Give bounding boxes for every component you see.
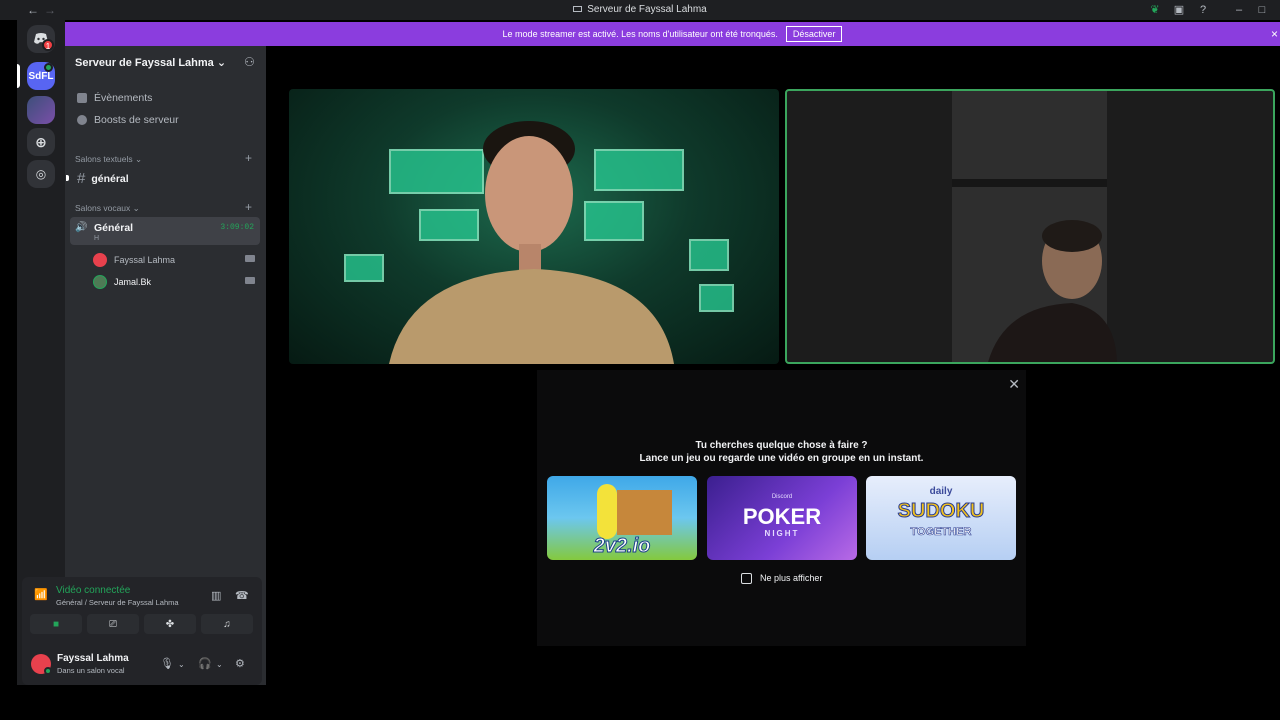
dont-show-again-label[interactable]: Ne plus afficher bbox=[760, 573, 822, 583]
server-icon bbox=[573, 6, 583, 13]
activity-prompt-line2: Lance un jeu ou regarde une vidéo en gro… bbox=[639, 453, 924, 464]
game-bottom-label: TOGETHER bbox=[910, 526, 972, 539]
unread-pill bbox=[66, 175, 69, 181]
maximize-button[interactable]: □ bbox=[1255, 3, 1269, 17]
online-status-icon bbox=[44, 667, 52, 675]
game-title: POKER bbox=[742, 504, 822, 529]
minimize-button[interactable]: – bbox=[1232, 3, 1246, 17]
activity-suggestion-popup: ✕ Tu cherches quelque chose à faire ? La… bbox=[537, 370, 1026, 646]
selected-server-pill bbox=[17, 64, 20, 88]
participant-video bbox=[389, 121, 674, 364]
add-server-icon[interactable]: ⊕ bbox=[27, 128, 55, 156]
boost-icon bbox=[77, 115, 87, 125]
calendar-icon bbox=[77, 93, 87, 103]
background-screen bbox=[699, 284, 734, 312]
screen-share-button[interactable]: ⎚ bbox=[87, 614, 139, 634]
streamer-mode-banner: Le mode streamer est activé. Les noms d'… bbox=[65, 22, 1280, 46]
add-text-channel-icon[interactable]: + bbox=[245, 151, 252, 165]
user-panel: Fayssal Lahma Dans un salon vocal 🎙 ⌄ 🎧 … bbox=[22, 641, 262, 685]
voice-channel-sub: H bbox=[94, 235, 100, 242]
add-voice-channel-icon[interactable]: + bbox=[245, 200, 252, 214]
game-title: SUDOKU bbox=[897, 500, 985, 523]
text-category[interactable]: Salons textuels ⌄ bbox=[75, 154, 142, 165]
chevron-down-icon[interactable]: ⌄ bbox=[216, 660, 223, 669]
banner-message: Le mode streamer est activé. Les noms d'… bbox=[502, 29, 778, 39]
camera-icon bbox=[245, 277, 255, 284]
boosts-link[interactable]: Boosts de serveur bbox=[77, 114, 179, 126]
camera-icon bbox=[245, 255, 255, 262]
compass-icon[interactable]: ◎ bbox=[27, 160, 55, 188]
hash-icon: # bbox=[77, 170, 86, 187]
leaf-icon[interactable]: ❦ bbox=[1148, 3, 1162, 17]
noise-suppression-icon[interactable]: ▥ bbox=[211, 589, 221, 602]
channel-general-text[interactable]: # général bbox=[77, 170, 129, 187]
server-name-header[interactable]: Serveur de Fayssal Lahma ⌄ bbox=[75, 56, 226, 69]
participant-video bbox=[988, 220, 1117, 362]
voice-status[interactable]: Vidéo connectée bbox=[56, 585, 130, 596]
user-name[interactable]: Fayssal Lahma bbox=[57, 653, 129, 664]
microphone-icon[interactable]: 🎙 bbox=[160, 657, 174, 670]
channel-name: général bbox=[91, 172, 129, 185]
disconnect-icon[interactable]: ☎ bbox=[235, 589, 249, 602]
camera-toggle-button[interactable]: ■ bbox=[30, 614, 82, 634]
headphones-icon[interactable]: 🎧 bbox=[198, 657, 212, 670]
settings-gear-icon[interactable]: ⚙ bbox=[235, 657, 245, 670]
voice-indicator bbox=[44, 63, 53, 72]
window-title-text: Serveur de Fayssal Lahma bbox=[587, 4, 707, 15]
inbox-icon[interactable]: ▣ bbox=[1172, 3, 1186, 17]
events-label: Évènements bbox=[94, 92, 153, 104]
voice-location: Général / Serveur de Fayssal Lahma bbox=[56, 598, 179, 607]
title-bar: ← → Serveur de Fayssal Lahma ❦ ▣ ? – □ bbox=[0, 0, 1280, 20]
game-card-poker-night[interactable]: Discord POKER NIGHT bbox=[707, 476, 857, 560]
voice-channel-general[interactable]: 🔊 Général 3:09:02 H bbox=[70, 217, 260, 245]
voice-user-name: Jamal.Bk bbox=[114, 277, 152, 287]
disable-streamer-button[interactable]: Désactiver bbox=[785, 26, 843, 42]
voice-user-name: Fayssal Lahma bbox=[114, 255, 176, 265]
game-subtitle: NIGHT bbox=[764, 529, 800, 538]
soundboard-button[interactable]: ♫ bbox=[201, 614, 253, 634]
voice-user-fayssal[interactable]: Fayssal Lahma bbox=[93, 253, 255, 267]
game-card-sudoku[interactable]: daily SUDOKU TOGETHER bbox=[866, 476, 1016, 560]
game-title: 2v2.io bbox=[593, 535, 651, 558]
chevron-down-icon[interactable]: ⌄ bbox=[178, 660, 185, 669]
activity-prompt-line1: Tu cherches quelque chose à faire ? bbox=[695, 440, 868, 451]
shelf bbox=[952, 179, 1107, 187]
boosts-label: Boosts de serveur bbox=[94, 114, 179, 126]
events-link[interactable]: Évènements bbox=[77, 92, 152, 104]
speaker-icon: 🔊 bbox=[75, 222, 88, 233]
voice-user-jamal[interactable]: Jamal.Bk bbox=[93, 275, 255, 289]
avatar bbox=[93, 253, 107, 267]
banana-character bbox=[597, 484, 617, 539]
brand-label: Discord bbox=[771, 494, 793, 500]
voice-timer: 3:09:02 bbox=[220, 223, 254, 232]
user-status: Dans un salon vocal bbox=[57, 666, 125, 675]
activity-prompt: Tu cherches quelque chose à faire ? Lanc… bbox=[537, 439, 1026, 465]
crate bbox=[617, 490, 672, 535]
video-tile-fayssal[interactable] bbox=[289, 89, 779, 364]
voice-connected-panel: 📶 Vidéo connectée Général / Serveur de F… bbox=[22, 577, 262, 641]
close-icon[interactable]: ✕ bbox=[1008, 376, 1020, 393]
activities-button[interactable]: ✤ bbox=[144, 614, 196, 634]
avatar bbox=[93, 275, 107, 289]
signal-icon: 📶 bbox=[34, 589, 48, 601]
add-member-icon[interactable]: ⚇ bbox=[244, 55, 255, 69]
window-title: Serveur de Fayssal Lahma bbox=[0, 4, 1280, 15]
voice-category[interactable]: Salons vocaux ⌄ bbox=[75, 203, 140, 214]
game-top-label: daily bbox=[929, 486, 953, 497]
server-label: SdFL bbox=[28, 70, 54, 82]
close-icon[interactable]: × bbox=[1271, 27, 1278, 41]
game-card-2v2io[interactable]: 2v2.io bbox=[547, 476, 697, 560]
help-icon[interactable]: ? bbox=[1196, 3, 1210, 17]
dont-show-again-checkbox[interactable] bbox=[741, 573, 752, 584]
server-icon-avatar[interactable] bbox=[27, 96, 55, 124]
unread-badge: 1 bbox=[42, 39, 54, 51]
voice-channel-name: Général bbox=[94, 222, 134, 234]
video-tile-jamal[interactable] bbox=[785, 89, 1275, 364]
